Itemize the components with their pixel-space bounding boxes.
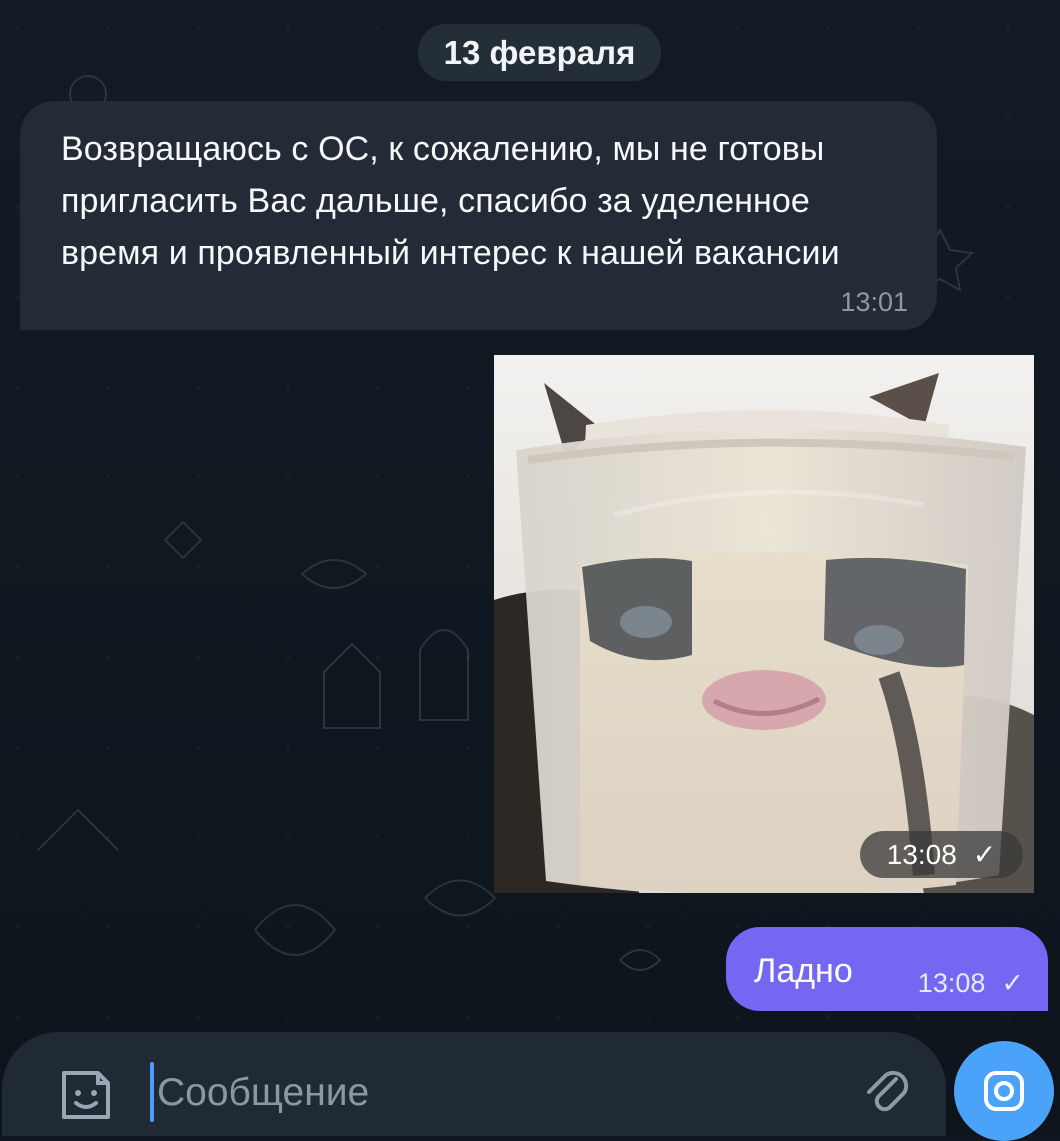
incoming-message-text: Возвращаюсь с ОС, к сожалению, мы не гот… (61, 130, 840, 272)
outgoing-message[interactable]: Ладно 13:08 ✓ (726, 927, 1048, 1011)
date-separator: 13 февраля (418, 24, 661, 81)
doodle-wave-icon (37, 808, 119, 851)
doodle-ring-icon (300, 559, 368, 589)
outgoing-message-meta: 13:08 ✓ (918, 968, 1024, 999)
image-message-meta: 13:08 ✓ (860, 831, 1023, 878)
cat-in-glass-image (494, 355, 1034, 893)
image-message[interactable]: 13:08 ✓ (494, 355, 1034, 893)
doodle-house-icon (323, 642, 381, 729)
outgoing-message-time: 13:08 (917, 968, 986, 998)
incoming-message[interactable]: Возвращаюсь с ОС, к сожалению, мы не гот… (20, 101, 937, 330)
sent-check-icon: ✓ (1001, 968, 1024, 998)
doodle-rocket-icon (254, 904, 337, 956)
doodle-diamond-icon (163, 520, 203, 560)
doodle-loop-icon (619, 949, 662, 971)
doodle-tower-icon (419, 629, 469, 721)
image-message-time: 13:08 (886, 838, 957, 870)
message-composer (2, 1032, 946, 1136)
doodle-donut-icon (424, 879, 497, 917)
sticker-icon[interactable] (54, 1063, 118, 1127)
text-cursor (150, 1062, 154, 1122)
incoming-message-time: 13:01 (840, 287, 908, 317)
message-input-placeholder[interactable]: Сообщение (157, 1071, 369, 1115)
camera-icon (984, 1071, 1024, 1111)
camera-button[interactable] (954, 1041, 1054, 1141)
sent-check-icon: ✓ (972, 839, 997, 870)
paperclip-icon[interactable] (858, 1061, 918, 1121)
